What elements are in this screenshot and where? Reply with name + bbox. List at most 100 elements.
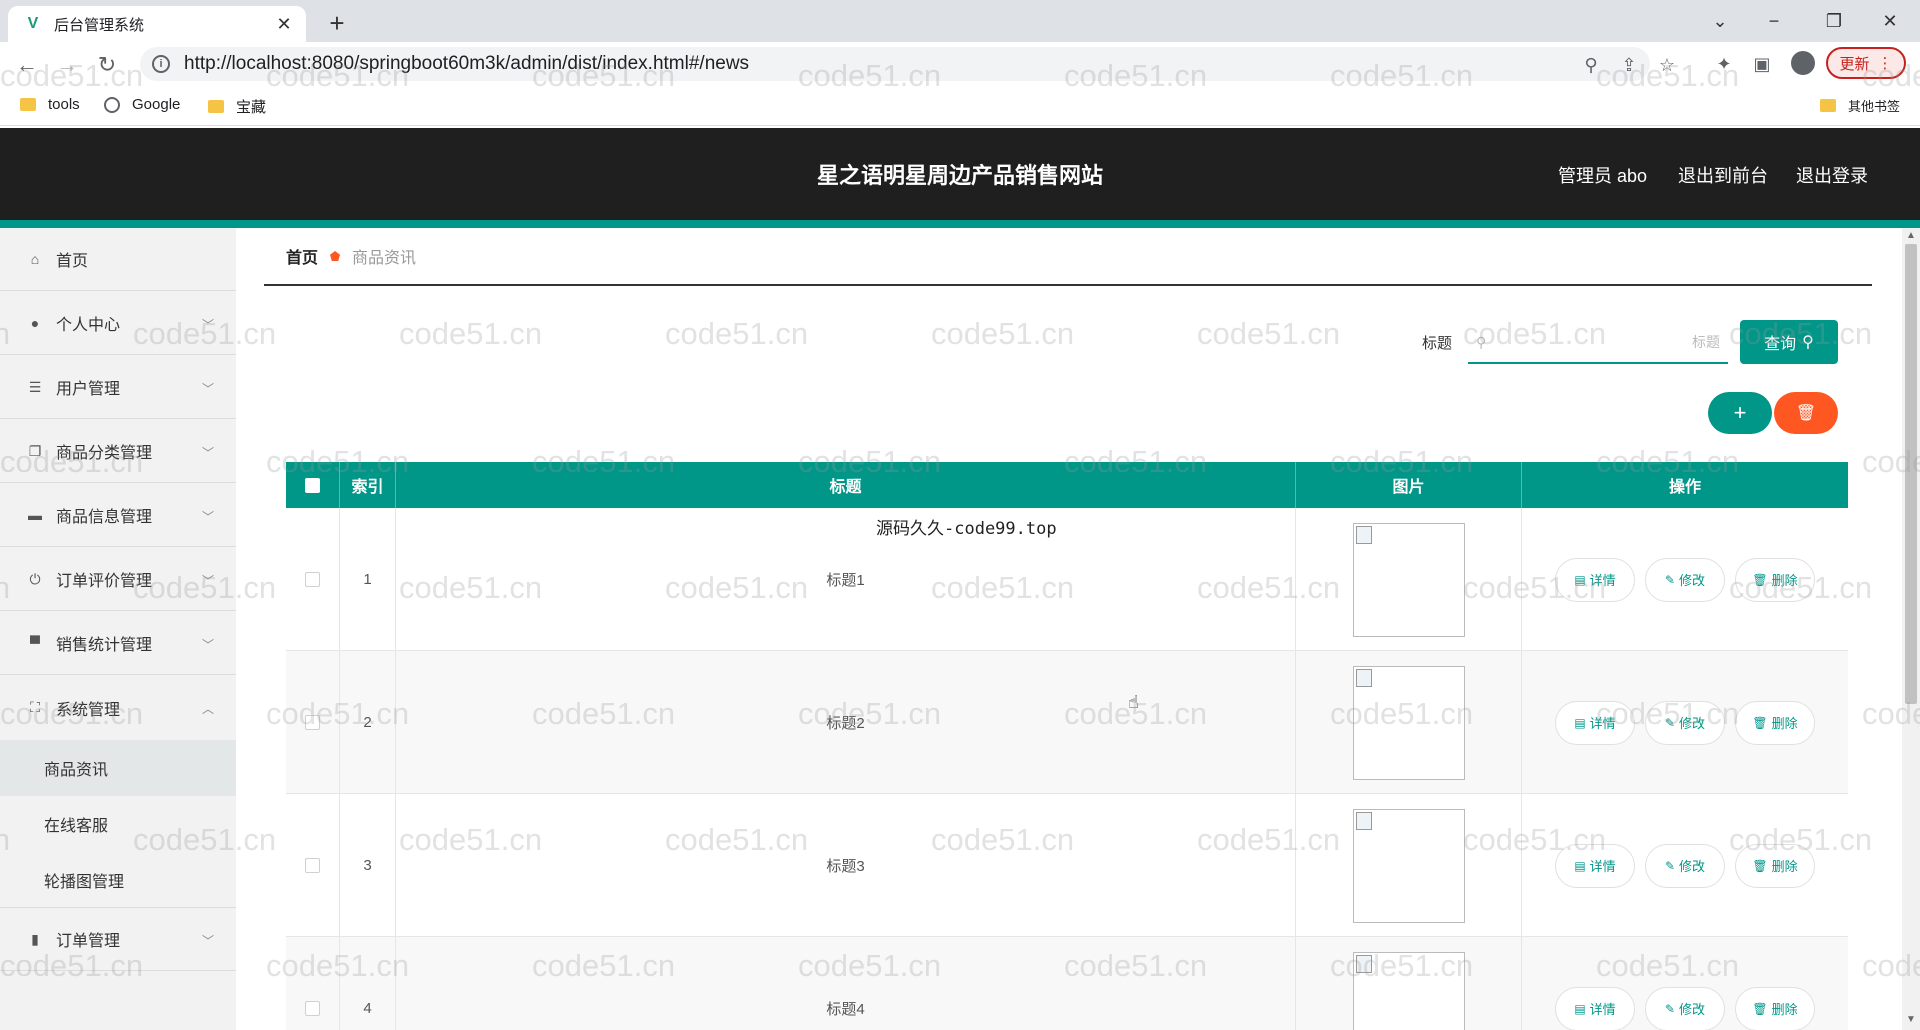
bookmark-tools[interactable]: tools: [20, 96, 80, 113]
row-checkbox[interactable]: [305, 1001, 320, 1016]
browser-tab[interactable]: V 后台管理系统 ✕: [8, 6, 306, 42]
close-icon[interactable]: ✕: [274, 14, 294, 35]
search-input[interactable]: [1486, 334, 1720, 350]
edit-button[interactable]: ✎ 修改: [1645, 986, 1725, 1030]
info-icon[interactable]: i: [152, 55, 170, 73]
actions-cell: ▤ 详情 ✎ 修改 🗑 删除: [1522, 937, 1848, 1030]
scrollbar-thumb[interactable]: [1905, 244, 1917, 704]
sidebar-subitem-chat[interactable]: 在线客服: [0, 796, 236, 852]
sidebar-item-category[interactable]: ❐ 商品分类管理 ﹀: [0, 420, 236, 483]
sidebar-item-users[interactable]: ☰ 用户管理 ﹀: [0, 356, 236, 419]
tab-search-icon[interactable]: ⌄: [1700, 6, 1740, 36]
detail-button[interactable]: ▤ 详情: [1555, 700, 1635, 745]
sidebar-item-label: 销售统计管理: [56, 637, 153, 654]
watermark-text: code51.cn: [931, 316, 1075, 351]
delete-button[interactable]: 🗑 删除: [1735, 986, 1815, 1030]
delete-label: 删除: [1771, 859, 1798, 874]
bookmark-label: Google: [132, 96, 181, 113]
extensions-icon[interactable]: ✦: [1712, 52, 1736, 76]
sidebar-item-sales[interactable]: ▀ 销售统计管理 ﹀: [0, 612, 236, 675]
sidebar-item-product[interactable]: ▬ 商品信息管理 ﹀: [0, 484, 236, 547]
side-panel-icon[interactable]: ▣: [1750, 52, 1774, 76]
add-button[interactable]: +: [1708, 392, 1772, 434]
address-bar[interactable]: i http://localhost:8080/springboot60m3k/…: [140, 47, 1675, 81]
header-actions: 操作: [1668, 479, 1701, 496]
delete-button[interactable]: 🗑 删除: [1735, 557, 1815, 602]
detail-label: 详情: [1589, 573, 1616, 588]
table-row: 2 标题2 ▤ 详情 ✎ 修改 🗑 删除: [286, 651, 1848, 794]
zoom-icon[interactable]: ⚲: [1580, 54, 1602, 76]
edit-label: 修改: [1679, 859, 1706, 874]
chevron-up-icon: ︿: [201, 702, 214, 716]
close-window-button[interactable]: ✕: [1870, 6, 1910, 36]
bookmark-treasure[interactable]: 宝藏: [208, 96, 266, 117]
share-icon[interactable]: ⇪: [1618, 54, 1640, 76]
sidebar-subitem-news[interactable]: 商品资讯: [0, 740, 236, 796]
forward-icon[interactable]: →: [52, 50, 82, 80]
update-button[interactable]: 更新 ⋮: [1826, 47, 1906, 79]
star-icon[interactable]: ☆: [1656, 54, 1678, 76]
delete-button[interactable]: 🗑 删除: [1735, 700, 1815, 745]
document-icon: ▤: [1574, 858, 1586, 873]
row-checkbox[interactable]: [305, 715, 320, 730]
card-icon: ▀: [30, 635, 40, 651]
folder-icon: [208, 100, 224, 113]
breadcrumb-home[interactable]: 首页: [286, 244, 318, 268]
detail-button[interactable]: ▤ 详情: [1555, 986, 1635, 1030]
row-checkbox[interactable]: [305, 572, 320, 587]
batch-delete-button[interactable]: 🗑: [1774, 392, 1838, 434]
sidebar-item-system[interactable]: ⛶ 系统管理 ︿: [0, 676, 236, 739]
edit-button[interactable]: ✎ 修改: [1645, 557, 1725, 602]
checkbox-cell: [286, 794, 340, 937]
actions-cell: ▤ 详情 ✎ 修改 🗑 删除: [1522, 651, 1848, 794]
bookmark-other[interactable]: 其他书签: [1820, 96, 1900, 115]
back-to-front-link[interactable]: 退出到前台: [1678, 162, 1768, 188]
index-cell: 3: [340, 794, 396, 937]
minimize-button[interactable]: −: [1754, 6, 1794, 36]
scroll-up-icon[interactable]: ▲: [1906, 230, 1916, 241]
admin-label: 管理员 abo: [1558, 166, 1648, 186]
profile-avatar[interactable]: [1791, 51, 1815, 75]
chevron-down-icon: ﹀: [201, 934, 214, 948]
page-scrollbar[interactable]: ▲ ▼: [1902, 228, 1920, 1030]
back-icon[interactable]: ←: [12, 50, 42, 80]
broken-image-icon: [1352, 808, 1465, 923]
title-cell: 标题2: [396, 651, 1296, 794]
query-button[interactable]: 查询 ⚲: [1740, 320, 1838, 364]
sidebar-item-review[interactable]: ⏻ 订单评价管理 ﹀: [0, 548, 236, 611]
table-header: 索引 标题 图片 操作: [286, 462, 1848, 508]
search-field[interactable]: ⚲: [1468, 322, 1728, 364]
actions-cell: ▤ 详情 ✎ 修改 🗑 删除: [1522, 508, 1848, 651]
sidebar-subitem-carousel[interactable]: 轮播图管理: [0, 852, 236, 908]
sidebar-item-orders[interactable]: ▮ 订单管理 ﹀: [0, 908, 236, 971]
sidebar-item-personal[interactable]: ● 个人中心 ﹀: [0, 292, 236, 355]
document-icon: ▤: [1574, 572, 1586, 587]
detail-button[interactable]: ▤ 详情: [1555, 843, 1635, 888]
sidebar-item-label: 商品分类管理: [56, 445, 153, 462]
scroll-down-icon[interactable]: ▼: [1906, 1014, 1916, 1025]
logout-link[interactable]: 退出登录: [1796, 162, 1868, 188]
row-checkbox[interactable]: [305, 858, 320, 873]
browser-tab-bar: V 后台管理系统 ✕ + ⌄ − ❐ ✕: [0, 0, 1920, 42]
url-text[interactable]: http://localhost:8080/springboot60m3k/ad…: [184, 53, 749, 75]
restore-button[interactable]: ❐: [1814, 6, 1854, 36]
delete-button[interactable]: 🗑 删除: [1735, 843, 1815, 888]
breadcrumb: 首页 商品资讯: [264, 228, 1872, 286]
sidebar-item-home[interactable]: ⌂ 首页: [0, 228, 236, 291]
new-tab-button[interactable]: +: [322, 8, 352, 38]
bookmark-google[interactable]: Google: [104, 96, 180, 113]
detail-button[interactable]: ▤ 详情: [1555, 557, 1635, 602]
globe-icon: [104, 96, 120, 113]
document-icon: ▤: [1574, 715, 1586, 730]
trash-icon: 🗑: [1752, 1001, 1768, 1016]
select-all-checkbox[interactable]: [305, 477, 320, 493]
edit-button[interactable]: ✎ 修改: [1645, 700, 1725, 745]
reload-icon[interactable]: ↻: [92, 50, 122, 80]
table-row: 1 标题1 ▤ 详情 ✎ 修改 🗑 删除: [286, 508, 1848, 651]
sidebar: ⌂ 首页 ● 个人中心 ﹀ ☰ 用户管理 ﹀ ❐ 商品分类管理 ﹀ ▬ 商品信息…: [0, 228, 236, 1030]
search-icon: ⚲: [1802, 334, 1814, 351]
watermark-text: code51.cn: [399, 316, 543, 351]
app-header: 星之语明星周边产品销售网站 管理员 abo 退出到前台 退出登录: [0, 128, 1920, 220]
edit-button[interactable]: ✎ 修改: [1645, 843, 1725, 888]
select-all-cell: [286, 462, 340, 508]
